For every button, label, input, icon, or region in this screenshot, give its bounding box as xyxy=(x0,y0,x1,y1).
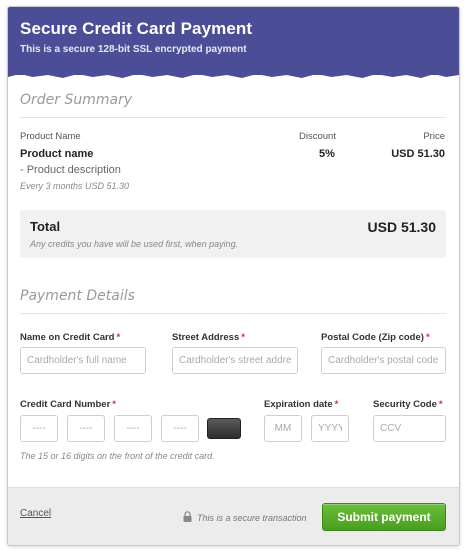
divider xyxy=(20,313,446,314)
product-description: - Product description xyxy=(20,164,121,176)
product-price: USD 51.30 xyxy=(391,148,445,160)
total-value: USD 51.30 xyxy=(367,219,436,235)
card-number-segment-3[interactable] xyxy=(114,415,152,442)
divider xyxy=(20,117,446,118)
product-name: Product name xyxy=(20,148,94,160)
column-header-product: Product Name xyxy=(20,131,81,142)
total-note: Any credits you have will be used first,… xyxy=(30,239,239,249)
security-code-input[interactable] xyxy=(373,415,446,442)
total-box: Total USD 51.30 Any credits you have wil… xyxy=(20,210,446,258)
card-number-segment-1[interactable] xyxy=(20,415,58,442)
postal-label: Postal Code (Zip code) * xyxy=(321,332,430,343)
security-code-label: Security Code * xyxy=(373,399,443,410)
column-header-discount: Discount xyxy=(299,131,336,142)
postal-code-input[interactable] xyxy=(321,347,446,374)
header: Secure Credit Card Payment This is a sec… xyxy=(8,7,459,75)
page-title: Secure Credit Card Payment xyxy=(20,19,253,38)
product-recurrence: Every 3 months USD 51.30 xyxy=(20,181,130,191)
header-torn-edge xyxy=(8,69,459,78)
street-address-input[interactable] xyxy=(172,347,298,374)
payment-details-title: Payment Details xyxy=(20,288,135,304)
lock-icon xyxy=(183,511,192,522)
product-discount: 5% xyxy=(319,148,335,160)
cardholder-name-input[interactable] xyxy=(20,347,146,374)
expiry-month-input[interactable] xyxy=(264,415,302,442)
card-number-segment-2[interactable] xyxy=(67,415,105,442)
payment-card: Secure Credit Card Payment This is a sec… xyxy=(7,6,460,546)
card-number-hint: The 15 or 16 digits on the front of the … xyxy=(20,451,215,461)
address-label: Street Address * xyxy=(172,332,245,343)
cancel-link[interactable]: Cancel xyxy=(20,508,51,519)
name-label: Name on Credit Card * xyxy=(20,332,121,343)
card-number-segment-4[interactable] xyxy=(161,415,199,442)
page-subtitle: This is a secure 128-bit SSL encrypted p… xyxy=(20,44,247,55)
order-summary-title: Order Summary xyxy=(20,92,133,108)
secure-transaction-text: This is a secure transaction xyxy=(197,513,307,523)
expiration-label: Expiration date * xyxy=(264,399,339,410)
column-header-price: Price xyxy=(423,131,445,142)
expiry-year-input[interactable] xyxy=(311,415,349,442)
footer: Cancel This is a secure transaction Subm… xyxy=(8,487,459,545)
total-label: Total xyxy=(30,219,61,234)
card-number-label: Credit Card Number * xyxy=(20,399,116,410)
submit-payment-button[interactable]: Submit payment xyxy=(322,503,446,531)
card-type-icon xyxy=(207,418,241,439)
